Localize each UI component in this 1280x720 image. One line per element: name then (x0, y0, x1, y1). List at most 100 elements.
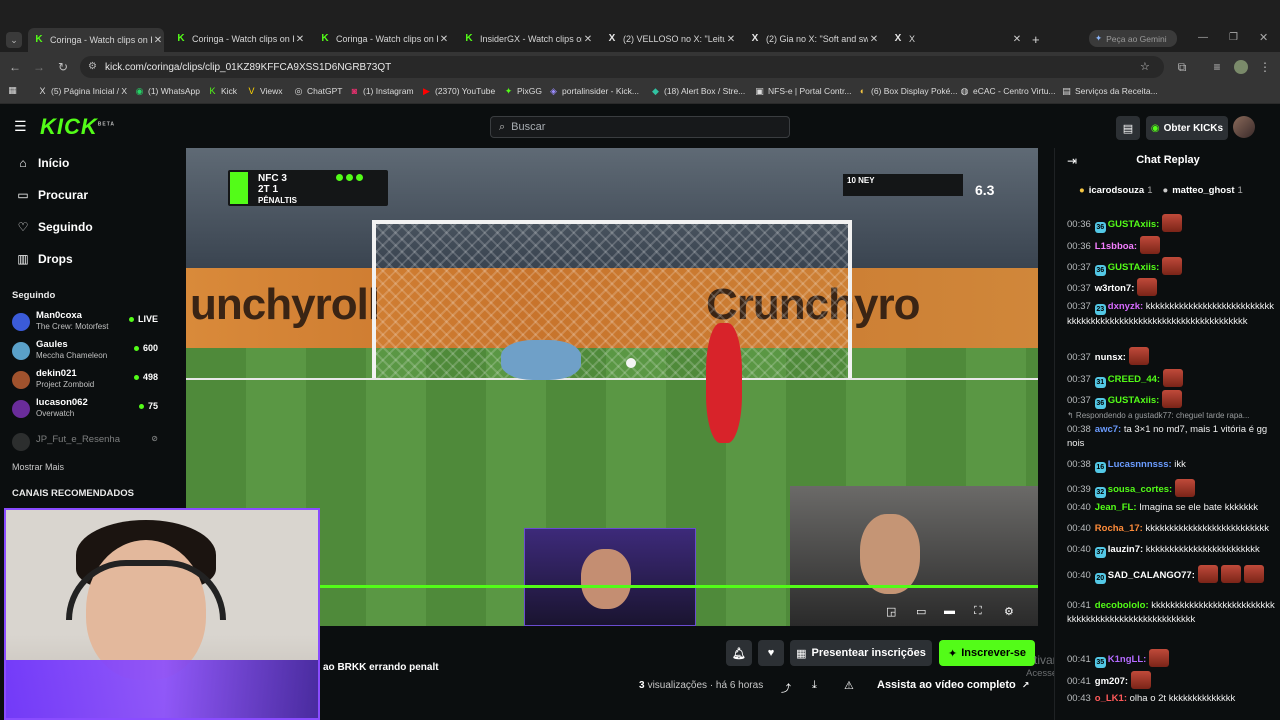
gift-subs-button[interactable]: ▦ Presentear inscrições (790, 640, 932, 666)
settings-gear-icon[interactable]: ⚙ (1004, 605, 1014, 618)
share-icon[interactable]: ⤴ (781, 680, 791, 695)
progress-bar[interactable] (320, 585, 1038, 588)
bookmark-2[interactable]: K Kick (208, 86, 237, 96)
reload-icon[interactable]: ↻ (56, 60, 70, 74)
watch-full-video-link[interactable]: Assista ao vídeo completo ↗ (877, 679, 1029, 691)
tab-5[interactable]: X (2) Gia no X: "Soft and swe ✕ (750, 30, 880, 48)
chat-username[interactable]: GUSTAxiis: (1108, 395, 1160, 406)
close-tab-icon[interactable]: ✕ (1011, 34, 1023, 45)
address-bar[interactable]: ⚙ kick.com/coringa/clips/clip_01KZ89KFFC… (80, 56, 1164, 78)
followed-channel-offline[interactable]: JP_Fut_e_Resenha ⊘ (12, 430, 160, 458)
close-tab-icon[interactable]: ✕ (152, 35, 164, 46)
followed-channel[interactable]: dekin021 Project Zomboid 498 (12, 368, 160, 396)
bookmark-13[interactable]: ▤ Serviços da Receita... (1062, 86, 1157, 96)
chat-username[interactable]: Rocha_17: (1095, 523, 1143, 534)
media-icon[interactable]: ≡ (1210, 60, 1224, 74)
tab-1[interactable]: K Coringa - Watch clips on Ki ✕ (176, 30, 306, 48)
report-icon[interactable]: ⚠ (844, 679, 854, 692)
bookmark-8[interactable]: ◈ portalinsider - Kick... (549, 86, 639, 96)
bookmark-11[interactable]: ◐ (6) Box Display Poké... (858, 86, 958, 96)
tab-6[interactable]: X X ✕ (893, 30, 1023, 48)
apps-grid-icon[interactable]: ▦ (8, 86, 21, 95)
close-tab-icon[interactable]: ✕ (294, 34, 306, 45)
bookmark-4[interactable]: ◎ ChatGPT (294, 86, 343, 96)
tab-3[interactable]: K InsiderGX - Watch clips on ✕ (464, 30, 594, 48)
extensions-icon[interactable]: ⧉ (1175, 60, 1189, 74)
download-icon[interactable]: ⤓ (812, 679, 817, 692)
bookmark-5[interactable]: ◙ (1) Instagram (350, 86, 414, 96)
chat-username[interactable]: gm207: (1095, 676, 1128, 687)
sidebar-item-inicio[interactable]: ⌂ Início (16, 156, 69, 170)
chat-timestamp: 00:38 (1067, 424, 1091, 435)
close-tab-icon[interactable]: ✕ (725, 34, 737, 45)
chat-username[interactable]: Lucasnnnsss: (1108, 459, 1172, 470)
bookmark-3[interactable]: V Viewx (247, 86, 282, 96)
chat-username[interactable]: sousa_cortes: (1108, 484, 1172, 495)
chat-username[interactable]: Jean_FL: (1095, 502, 1137, 513)
bookmark-star-icon[interactable]: ☆ (1140, 60, 1150, 73)
follow-button[interactable]: ♥ (758, 640, 784, 666)
user-avatar[interactable] (1233, 116, 1255, 138)
tab-4[interactable]: X (2) VELLOSO no X: "Leitura ✕ (607, 30, 737, 48)
chat-username[interactable]: lauzin7: (1108, 544, 1143, 555)
minimize-icon[interactable]: — (1198, 32, 1208, 43)
sidebar-item-seguindo[interactable]: ♡ Seguindo (16, 220, 93, 234)
show-more-link[interactable]: Mostrar Mais (12, 462, 64, 472)
gemini-button[interactable]: ✦ Peça ao Gemini (1089, 30, 1177, 47)
chat-username[interactable]: nunsx: (1095, 352, 1126, 363)
followed-channel[interactable]: Gaules Meccha Chameleon 600 (12, 339, 160, 367)
bookmark-1[interactable]: ◉ (1) WhatsApp (135, 86, 200, 96)
clip-title: ao BRKK errando penalt (323, 662, 439, 673)
forward-icon[interactable]: → (32, 60, 46, 74)
menu-kebab-icon[interactable]: ⋮ (1258, 60, 1272, 74)
subscribe-button[interactable]: ✦ Inscrever-se (939, 640, 1035, 666)
close-tab-icon[interactable]: ✕ (868, 34, 880, 45)
close-tab-icon[interactable]: ✕ (438, 34, 450, 45)
bookmark-9[interactable]: ◆ (18) Alert Box / Stre... (651, 86, 745, 96)
library-icon[interactable]: ▤ (1116, 116, 1140, 140)
bookmark-10[interactable]: ▣ NFS-e | Portal Contr... (755, 86, 851, 96)
tab-2[interactable]: K Coringa - Watch clips on Ki ✕ (320, 30, 450, 48)
chat-username[interactable]: w3rton7: (1095, 283, 1135, 294)
chat-username[interactable]: dxnyzk: (1108, 301, 1143, 312)
bookmark-0[interactable]: X (5) Página Inicial / X (38, 86, 127, 96)
kick-logo[interactable]: KICKBETA (40, 114, 115, 140)
sidebar-item-drops[interactable]: ▥ Drops (16, 252, 72, 266)
chat-username[interactable]: K1ngLL: (1108, 654, 1147, 665)
chat-username[interactable]: SAD_CALANGO77: (1108, 570, 1195, 581)
close-tab-icon[interactable]: ✕ (582, 34, 594, 45)
followed-channel[interactable]: Man0coxa The Crew: Motorfest LIVE (12, 310, 160, 338)
miniplayer-icon[interactable]: ◲ (886, 605, 896, 618)
theater-icon[interactable]: ▬ (944, 605, 955, 617)
search-input[interactable]: ⌕ Buscar (490, 116, 790, 138)
chat-username[interactable]: o_LK1: (1095, 693, 1127, 704)
new-tab-button[interactable]: + (1032, 30, 1046, 48)
tab-0[interactable]: K Coringa - Watch clips on Ki ✕ (28, 28, 164, 52)
notify-button[interactable]: 🔔︎ (726, 640, 752, 666)
chat-username[interactable]: decobololo: (1095, 600, 1149, 611)
hamburger-menu-icon[interactable]: ☰ (14, 118, 27, 135)
bookmark-12[interactable]: ◍ eCAC - Centro Virtu... (960, 86, 1056, 96)
bookmark-7[interactable]: ✦ PixGG (504, 86, 542, 96)
followed-channel[interactable]: lucason062 Overwatch 75 (12, 397, 160, 425)
bookmark-6[interactable]: ▶ (2370) YouTube (422, 86, 495, 96)
obter-kicks-button[interactable]: ◉ Obter KICKs (1146, 116, 1228, 140)
gifter-name[interactable]: icarodsouza (1089, 185, 1144, 196)
tab-search-icon[interactable]: ⌄ (6, 32, 22, 48)
captions-icon[interactable]: ▭ (916, 605, 926, 618)
chat-username[interactable]: GUSTAxiis: (1108, 262, 1160, 273)
recommended-heading: CANAIS RECOMENDADOS (12, 488, 134, 499)
gifter-name[interactable]: matteo_ghost (1172, 185, 1234, 196)
chat-username[interactable]: awc7: (1095, 424, 1121, 435)
site-info-icon[interactable]: ⚙ (88, 61, 97, 72)
bookmark-label: eCAC - Centro Virtu... (973, 86, 1056, 96)
maximize-icon[interactable]: ❐ (1229, 32, 1238, 43)
profile-avatar[interactable] (1234, 60, 1248, 74)
chat-username[interactable]: CREED_44: (1108, 374, 1160, 385)
chat-username[interactable]: GUSTAxiis: (1108, 219, 1160, 230)
chat-username[interactable]: L1sbboa: (1095, 241, 1137, 252)
back-icon[interactable]: ← (8, 60, 22, 74)
fullscreen-icon[interactable]: ⛶ (974, 605, 982, 618)
close-window-icon[interactable]: ✕ (1259, 31, 1268, 44)
sidebar-item-procurar[interactable]: ▭ Procurar (16, 188, 88, 202)
